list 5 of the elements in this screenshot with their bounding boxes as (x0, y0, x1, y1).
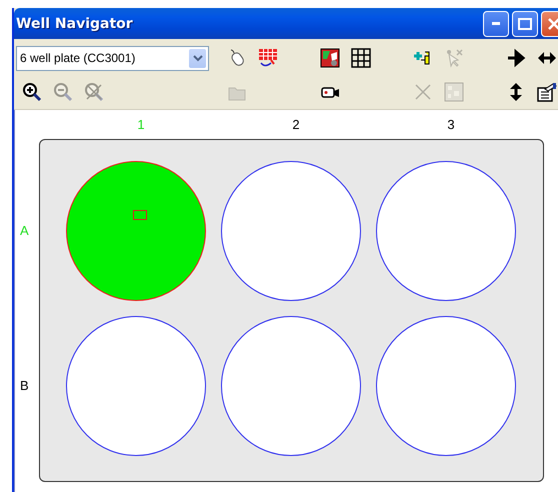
window-title: Well Navigator (16, 16, 133, 32)
row-label[interactable]: B (20, 315, 38, 455)
plate-dropdown[interactable]: 6 well plate (CC3001) (16, 46, 209, 70)
column-label[interactable]: 3 (381, 117, 521, 133)
column-label[interactable]: 2 (226, 117, 366, 133)
